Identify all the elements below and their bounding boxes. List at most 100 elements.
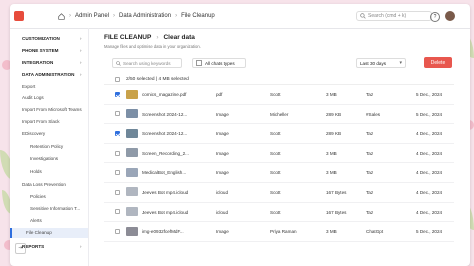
date-range-value: Last 30 days [360, 60, 387, 66]
file-tag: Taz [366, 150, 374, 156]
file-date: 4 Dec., 2024 [416, 209, 443, 215]
file-name[interactable]: MedicalBot_English... [142, 170, 186, 175]
page-title: FILE CLEANUP › Clear data [104, 34, 195, 41]
help-icon[interactable]: ? [430, 12, 440, 22]
sidebar-item-ediscovery[interactable]: EDiscovery [22, 131, 45, 136]
file-type-icon [196, 60, 202, 66]
file-date: 4 Dec., 2024 [416, 131, 443, 137]
sidebar-item-file-cleanup[interactable]: File Cleanup [10, 228, 88, 238]
row-checkbox[interactable] [115, 91, 120, 97]
file-owner: Scott [270, 209, 281, 215]
file-type: Image [216, 111, 229, 117]
sidebar-item-data-administration[interactable]: DATA ADMINISTRATION [22, 72, 82, 77]
file-size: 3 MB [326, 170, 337, 176]
home-icon[interactable] [58, 12, 65, 20]
date-range-dropdown[interactable]: Last 30 days ▾ [356, 58, 406, 68]
row-checkbox[interactable] [115, 189, 120, 195]
title-separator: › [156, 34, 159, 41]
file-table: 2/50 selected | 4 MB selected comics_mag… [104, 74, 454, 242]
row-checkbox[interactable] [115, 111, 120, 117]
file-size: 167 Bytes [326, 209, 347, 215]
file-date: 4 Dec., 2024 [416, 189, 443, 195]
file-name[interactable]: Screenshot 2024-12... [142, 112, 187, 117]
file-owner: Scott [270, 189, 281, 195]
row-checkbox[interactable] [115, 150, 120, 156]
sidebar-item-import-slack[interactable]: Import From Slack [22, 119, 60, 124]
sidebar-item-retention-policy[interactable]: Retention Policy [30, 144, 63, 149]
table-row[interactable]: MedicalBot_English... Image Scott 3 MB Taz 4 … [104, 163, 454, 183]
global-search-input[interactable]: Search (cmd + k) [356, 11, 432, 21]
file-date: 4 Dec., 2024 [416, 150, 443, 156]
file-owner: Scott [270, 170, 281, 176]
sidebar-item-holds[interactable]: Holds [30, 169, 42, 174]
app-logo [14, 11, 24, 21]
filter-bar: Search using keywords All chats types La… [104, 57, 454, 70]
file-thumbnail [126, 187, 138, 197]
file-tag: ChatGpt [366, 229, 384, 235]
keyword-search-input[interactable]: Search using keywords [112, 58, 182, 68]
sidebar-item-audit-logs[interactable]: Audit Logs [22, 95, 44, 100]
table-row[interactable]: Jeeves Bot mp4.icloud icloud Scott 167 Byte… [104, 203, 454, 223]
app-window: › Admin Panel › Data Administration › Fi… [10, 4, 470, 266]
sidebar-item-phone-system[interactable]: PHONE SYSTEM [22, 48, 81, 53]
table-row[interactable]: comics_magazine.pdf pdf Scott 3 MB Taz 5 Dec.… [104, 85, 454, 105]
row-checkbox[interactable] [115, 170, 120, 176]
file-tag: Taz [366, 92, 374, 97]
main-content: FILE CLEANUP › Clear data Manage files a… [104, 28, 470, 266]
user-avatar[interactable] [445, 11, 455, 21]
row-checkbox[interactable] [115, 209, 120, 215]
sidebar: CUSTOMIZATION PHONE SYSTEM INTEGRATION D… [10, 28, 89, 266]
file-owner: Micheller [270, 111, 289, 117]
breadcrumb-data-administration[interactable]: Data Administration [119, 13, 171, 19]
row-checkbox[interactable] [115, 130, 120, 136]
delete-button[interactable]: Delete [424, 57, 452, 68]
file-owner: Scott [270, 92, 281, 97]
top-bar: › Admin Panel › Data Administration › Fi… [10, 4, 470, 29]
sidebar-item-investigations[interactable]: Investigations [30, 156, 58, 161]
file-name[interactable]: Jeeves Bot mp4.icloud [142, 190, 188, 195]
file-type-dropdown[interactable]: All chats types [192, 58, 246, 68]
table-row[interactable]: Jeeves Bot mp4.icloud icloud Scott 167 Byte… [104, 183, 454, 203]
sidebar-item-customization[interactable]: CUSTOMIZATION [22, 36, 81, 41]
file-owner: Scott [270, 150, 281, 156]
keyword-search-placeholder: Search using keywords [123, 60, 171, 66]
file-thumbnail [126, 167, 138, 177]
file-thumbnail [126, 148, 138, 158]
table-header: 2/50 selected | 4 MB selected [104, 74, 454, 85]
file-type: Image [216, 150, 229, 156]
file-size: 3 MB [326, 92, 337, 97]
select-all-checkbox[interactable] [115, 76, 120, 82]
sidebar-item-integration[interactable]: INTEGRATION [22, 60, 82, 65]
file-name[interactable]: Jeeves Bot mp4.icloud [142, 210, 188, 215]
sidebar-item-policies[interactable]: Policies [30, 194, 46, 199]
file-type: pdf [216, 92, 223, 97]
file-type: icloud [216, 209, 229, 215]
table-row[interactable]: Screenshot 2024-12... Image Micheller 289 K… [104, 105, 454, 125]
file-owner: Scott [270, 131, 281, 137]
file-name[interactable]: img-e0932fcefMdF... [142, 229, 184, 234]
breadcrumb-admin-panel[interactable]: Admin Panel [75, 13, 109, 19]
file-size: 289 KB [326, 111, 342, 117]
file-tag: Taz [366, 209, 374, 215]
table-row[interactable]: Screenshot 2024-12... Image Scott 289 KB Taz… [104, 124, 454, 144]
breadcrumb-separator: › [113, 13, 116, 19]
file-name[interactable]: Screen_Recording_2... [142, 151, 189, 156]
file-tag: Taz [366, 189, 374, 195]
sidebar-item-data-loss-prevention[interactable]: Data Loss Prevention [22, 182, 66, 187]
row-checkbox[interactable] [115, 228, 120, 234]
collapse-sidebar-icon[interactable]: ⇥ [15, 243, 26, 254]
file-name[interactable]: comics_magazine.pdf [142, 92, 186, 97]
global-search-placeholder: Search (cmd + k) [368, 13, 407, 19]
sidebar-item-import-teams[interactable]: Import From Microsoft Teams [22, 107, 82, 112]
sidebar-item-sensitive-information[interactable]: Sensitive Information T... [30, 206, 80, 211]
sidebar-item-alerts[interactable]: Alerts [30, 218, 42, 223]
file-name[interactable]: Screenshot 2024-12... [142, 131, 187, 136]
table-row[interactable]: Screen_Recording_2... Image Scott 3 MB Taz 4 … [104, 144, 454, 164]
breadcrumb: › Admin Panel › Data Administration › Fi… [58, 12, 215, 20]
table-row[interactable]: img-e0932fcefMdF... Image Priya Raman 3 MB C… [104, 222, 454, 242]
page-title-text: FILE CLEANUP [104, 34, 152, 41]
sidebar-item-export[interactable]: Export [22, 84, 35, 89]
file-type-value: All chats types [205, 60, 235, 66]
chevron-down-icon: ▾ [399, 60, 402, 66]
file-size: 167 Bytes [326, 189, 347, 195]
